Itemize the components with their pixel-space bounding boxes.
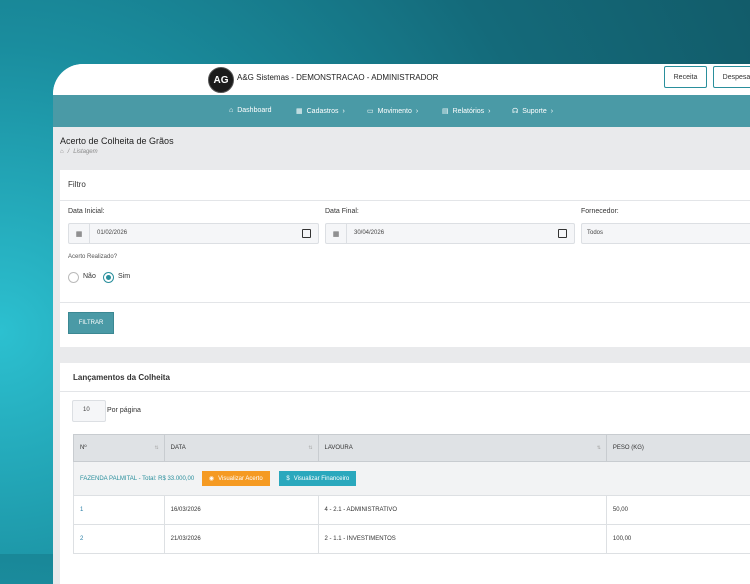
harvest-table: Nº⇅ DATA⇅ LAVOURA⇅ PESO (KG) FAZENDA PAL… (73, 434, 750, 554)
row-num-link[interactable]: 2 (74, 525, 165, 554)
app-window: AG A&G Sistemas - DEMONSTRACAO - ADMINIS… (53, 64, 750, 584)
sort-icon: ⇅ (308, 445, 312, 451)
date-start-label: Data Inicial: (68, 208, 105, 215)
nav-label: Suporte (522, 108, 547, 115)
nav-dashboard[interactable]: ⌂ Dashboard (229, 107, 271, 114)
col-data[interactable]: DATA⇅ (164, 435, 318, 462)
filter-card: Filtro Data Inicial: ▦ 01/02/2026 Data F… (60, 170, 750, 347)
breadcrumb-current: Listagem (73, 149, 97, 155)
row-num-link[interactable]: 1 (74, 496, 165, 525)
supplier-select[interactable]: Todos (581, 223, 750, 244)
calendar-picker-icon[interactable] (558, 229, 567, 238)
supplier-label: Fornecedor: (581, 208, 619, 215)
home-icon[interactable]: ⌂ (60, 149, 64, 155)
video-icon: ▭ (367, 107, 374, 115)
grid-icon: ▦ (296, 107, 303, 115)
table-row[interactable]: 2 21/03/2026 2 - 1.1 - INVESTIMENTOS 100… (74, 525, 750, 554)
chevron-right-icon: › (416, 108, 418, 115)
calendar-picker-icon[interactable] (302, 229, 311, 238)
app-title: A&G Sistemas - DEMONSTRACAO - ADMINISTRA… (237, 73, 438, 82)
nav-label: Movimento (378, 108, 412, 115)
col-peso[interactable]: PESO (KG) (606, 435, 750, 462)
nav-label: Dashboard (237, 107, 271, 114)
logo: AG (208, 67, 234, 93)
document-icon: ▤ (442, 107, 449, 115)
radio-nao[interactable] (68, 272, 79, 283)
col-lavoura[interactable]: LAVOURA⇅ (318, 435, 606, 462)
home-icon: ⌂ (229, 107, 233, 114)
radio-sim-label: Sim (118, 273, 130, 280)
radio-sim[interactable] (103, 272, 114, 283)
nav-cadastros[interactable]: ▦ Cadastros › (296, 107, 345, 115)
filter-button[interactable]: FILTRAR (68, 312, 114, 334)
top-bar: AG A&G Sistemas - DEMONSTRACAO - ADMINIS… (53, 64, 750, 95)
calendar-icon: ▦ (69, 224, 90, 243)
dollar-icon: $ (286, 476, 289, 482)
page-title: Acerto de Colheita de Grãos (60, 136, 174, 146)
group-row: FAZENDA PALMITAL - Total: R$ 33.000,00 ◉… (74, 462, 750, 496)
nav-label: Relatórios (453, 108, 485, 115)
despesa-button[interactable]: Despesa (713, 66, 750, 88)
date-end-field[interactable]: ▦ 30/04/2026 (325, 223, 575, 244)
nav-label: Cadastros (307, 108, 339, 115)
breadcrumb: ⌂ / Listagem (60, 149, 98, 155)
radio-nao-label: Não (83, 273, 96, 280)
group-label: FAZENDA PALMITAL - Total: R$ 33.000,00 (80, 476, 194, 482)
nav-suporte[interactable]: ☊ Suporte › (512, 107, 553, 115)
chevron-right-icon: › (488, 108, 490, 115)
receita-button[interactable]: Receita (664, 66, 707, 88)
view-financeiro-button[interactable]: $Visualizar Financeiro (279, 471, 356, 486)
per-page-select[interactable]: 10 (72, 400, 106, 422)
table-row[interactable]: 1 16/03/2026 4 - 2.1 - ADMINISTRATIVO 50… (74, 496, 750, 525)
nav-movimento[interactable]: ▭ Movimento › (367, 107, 418, 115)
sort-icon: ⇅ (597, 445, 601, 451)
acerto-label: Acerto Realizado? (68, 254, 117, 260)
col-num[interactable]: Nº⇅ (74, 435, 165, 462)
sort-icon: ⇅ (154, 445, 158, 451)
filter-title: Filtro (68, 180, 86, 189)
per-page-label: Por página (107, 407, 141, 414)
main-nav: ⌂ Dashboard ▦ Cadastros › ▭ Movimento › … (53, 95, 750, 127)
list-title: Lançamentos da Colheita (73, 373, 170, 382)
headset-icon: ☊ (512, 107, 518, 115)
date-start-field[interactable]: ▦ 01/02/2026 (68, 223, 319, 244)
calendar-icon: ▦ (326, 224, 347, 243)
nav-relatorios[interactable]: ▤ Relatórios › (442, 107, 490, 115)
chevron-right-icon: › (551, 108, 553, 115)
eye-icon: ◉ (209, 475, 214, 482)
date-end-label: Data Final: (325, 208, 359, 215)
view-acerto-button[interactable]: ◉Visualizar Acerto (202, 471, 270, 486)
chevron-right-icon: › (343, 108, 345, 115)
